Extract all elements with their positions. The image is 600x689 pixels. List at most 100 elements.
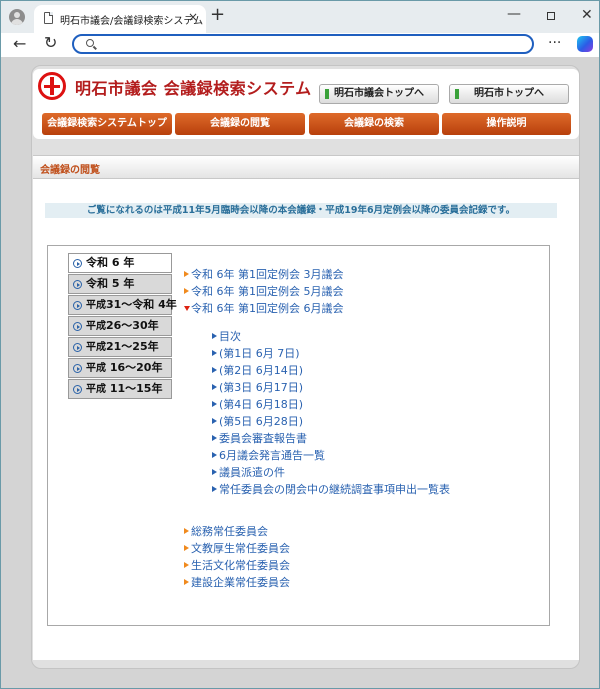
- arrow-icon: [184, 562, 189, 568]
- play-circle-icon: [73, 343, 82, 352]
- arrow-icon: [184, 579, 189, 585]
- availability-notice: ご覧になれるのは平成11年5月臨時会以降の本会議録・平成19年6月定例会以降の委…: [45, 203, 557, 218]
- title-bar: 明石市議会/会議録検索システム × + — ✕: [1, 1, 599, 33]
- session-sub-link[interactable]: 常任委員会の閉会中の継続調査事項申出一覧表: [212, 481, 450, 497]
- reload-icon[interactable]: ↻: [44, 33, 57, 52]
- year-era: 平成: [86, 363, 106, 374]
- browser-tab[interactable]: 明石市議会/会議録検索システム ×: [34, 5, 206, 33]
- nav-search[interactable]: 会議録の検索: [309, 113, 439, 135]
- arrow-icon: [212, 367, 217, 373]
- nav-browse[interactable]: 会議録の閲覧: [175, 113, 305, 135]
- content-card: 会議録の閲覧 ご覧になれるのは平成11年5月臨時会以降の本会議録・平成19年6月…: [33, 155, 579, 660]
- play-circle-icon: [73, 280, 82, 289]
- section-title: 会議録の閲覧: [40, 165, 100, 176]
- session-link[interactable]: 令和 6年 第1回定例会 3月議会: [184, 266, 344, 282]
- session-sub-link[interactable]: (第1日 6月 7日): [212, 345, 300, 361]
- more-menu-icon[interactable]: ···: [548, 35, 561, 51]
- session-sub-link-label: (第5日 6月28日): [219, 415, 304, 428]
- address-bar[interactable]: [72, 34, 534, 54]
- profile-avatar-icon[interactable]: [9, 9, 25, 25]
- page-viewport: 明石市議会 会議録検索システム 明石市議会トップへ 明石市トップへ 会議録検索シ…: [1, 57, 599, 688]
- back-icon[interactable]: ←: [13, 34, 26, 53]
- giki-top-label: 明石市議会トップへ: [334, 88, 424, 99]
- year-label: 5 年: [108, 277, 135, 290]
- arrow-icon: [184, 271, 189, 277]
- section-header: 会議録の閲覧: [33, 155, 579, 179]
- minimize-icon[interactable]: —: [507, 6, 521, 22]
- maximize-icon[interactable]: [547, 12, 555, 20]
- year-era: 令和: [86, 277, 108, 290]
- year-label: 31～令和 4年: [106, 298, 177, 311]
- committee-link-label: 建設企業常任委員会: [191, 576, 290, 589]
- new-tab-icon[interactable]: +: [210, 6, 225, 24]
- arrow-icon: [212, 452, 217, 458]
- session-sub-link-label: (第4日 6月18日): [219, 398, 304, 411]
- play-circle-icon: [73, 322, 82, 331]
- play-circle-icon: [73, 364, 82, 373]
- tab-title: 明石市議会/会議録検索システム: [60, 16, 204, 27]
- arrow-icon: [184, 528, 189, 534]
- session-sub-link[interactable]: 6月議会発言通告一覧: [212, 447, 325, 463]
- committee-link-label: 文教厚生常任委員会: [191, 542, 290, 555]
- green-bar-icon: [455, 89, 459, 99]
- session-sub-link[interactable]: (第3日 6月17日): [212, 379, 303, 395]
- committee-link-label: 総務常任委員会: [191, 525, 268, 538]
- window-close-icon[interactable]: ✕: [581, 7, 593, 23]
- committee-link[interactable]: 文教厚生常任委員会: [184, 540, 290, 556]
- year-item[interactable]: 平成 16～20年: [68, 358, 172, 378]
- play-circle-icon: [73, 301, 82, 310]
- arrow-icon: [212, 333, 217, 339]
- year-item[interactable]: 令和 6 年: [68, 253, 172, 273]
- year-item[interactable]: 平成21～25年: [68, 337, 172, 357]
- arrow-icon: [212, 486, 217, 492]
- browser-window: 明石市議会/会議録検索システム × + — ✕ ← ↻ ··· 明石市議会 会議…: [0, 0, 600, 689]
- page-icon: [44, 12, 53, 24]
- site-title: 明石市議会 会議録検索システム: [75, 79, 312, 98]
- session-sub-link-label: (第1日 6月 7日): [219, 347, 300, 360]
- session-sub-link-label: 議員派遣の件: [219, 466, 285, 479]
- arrow-icon: [212, 435, 217, 441]
- arrow-icon: [212, 350, 217, 356]
- session-sub-link[interactable]: 議員派遣の件: [212, 464, 285, 480]
- committee-link[interactable]: 総務常任委員会: [184, 523, 268, 539]
- session-sub-link-label: (第3日 6月17日): [219, 381, 304, 394]
- session-sub-link[interactable]: (第4日 6月18日): [212, 396, 303, 412]
- session-link[interactable]: 令和 6年 第1回定例会 6月議会: [184, 300, 344, 316]
- session-sub-link-label: 常任委員会の閉会中の継続調査事項申出一覧表: [219, 483, 450, 496]
- search-icon: [86, 39, 94, 47]
- year-item[interactable]: 令和 5 年: [68, 274, 172, 294]
- session-sub-link[interactable]: (第2日 6月14日): [212, 362, 303, 378]
- session-sub-link[interactable]: 目次: [212, 328, 241, 344]
- year-label: 26～30年: [106, 319, 159, 332]
- city-top-button[interactable]: 明石市トップへ: [449, 84, 569, 104]
- nav-help[interactable]: 操作説明: [442, 113, 571, 135]
- copilot-icon[interactable]: [577, 36, 593, 52]
- session-sub-link[interactable]: 委員会審査報告書: [212, 430, 307, 446]
- expanded-arrow-icon: [184, 306, 190, 311]
- address-bar-row: ← ↻ ···: [1, 33, 599, 57]
- close-tab-icon[interactable]: ×: [188, 10, 198, 24]
- year-label: 16～20年: [106, 361, 163, 374]
- committee-link-label: 生活文化常任委員会: [191, 559, 290, 572]
- year-era: 平成: [86, 384, 106, 395]
- year-item[interactable]: 平成31～令和 4年: [68, 295, 177, 315]
- committee-link[interactable]: 建設企業常任委員会: [184, 574, 290, 590]
- session-link[interactable]: 令和 6年 第1回定例会 5月議会: [184, 283, 344, 299]
- session-link-label: 令和 6年 第1回定例会 6月議会: [191, 302, 344, 315]
- arrow-icon: [212, 401, 217, 407]
- year-era: 平成: [86, 321, 106, 332]
- giki-top-button[interactable]: 明石市議会トップへ: [319, 84, 439, 104]
- year-item[interactable]: 平成26～30年: [68, 316, 172, 336]
- nav-system-top[interactable]: 会議録検索システムトップ: [42, 113, 172, 135]
- address-input[interactable]: [102, 37, 526, 53]
- year-item[interactable]: 平成 11～15年: [68, 379, 172, 399]
- arrow-icon: [212, 469, 217, 475]
- year-label: 11～15年: [106, 382, 163, 395]
- city-top-label: 明石市トップへ: [474, 88, 544, 99]
- arrow-icon: [184, 288, 189, 294]
- play-circle-icon: [73, 385, 82, 394]
- year-era: 平成: [86, 342, 106, 353]
- session-sub-link[interactable]: (第5日 6月28日): [212, 413, 303, 429]
- committee-link[interactable]: 生活文化常任委員会: [184, 557, 290, 573]
- session-sub-link-label: (第2日 6月14日): [219, 364, 304, 377]
